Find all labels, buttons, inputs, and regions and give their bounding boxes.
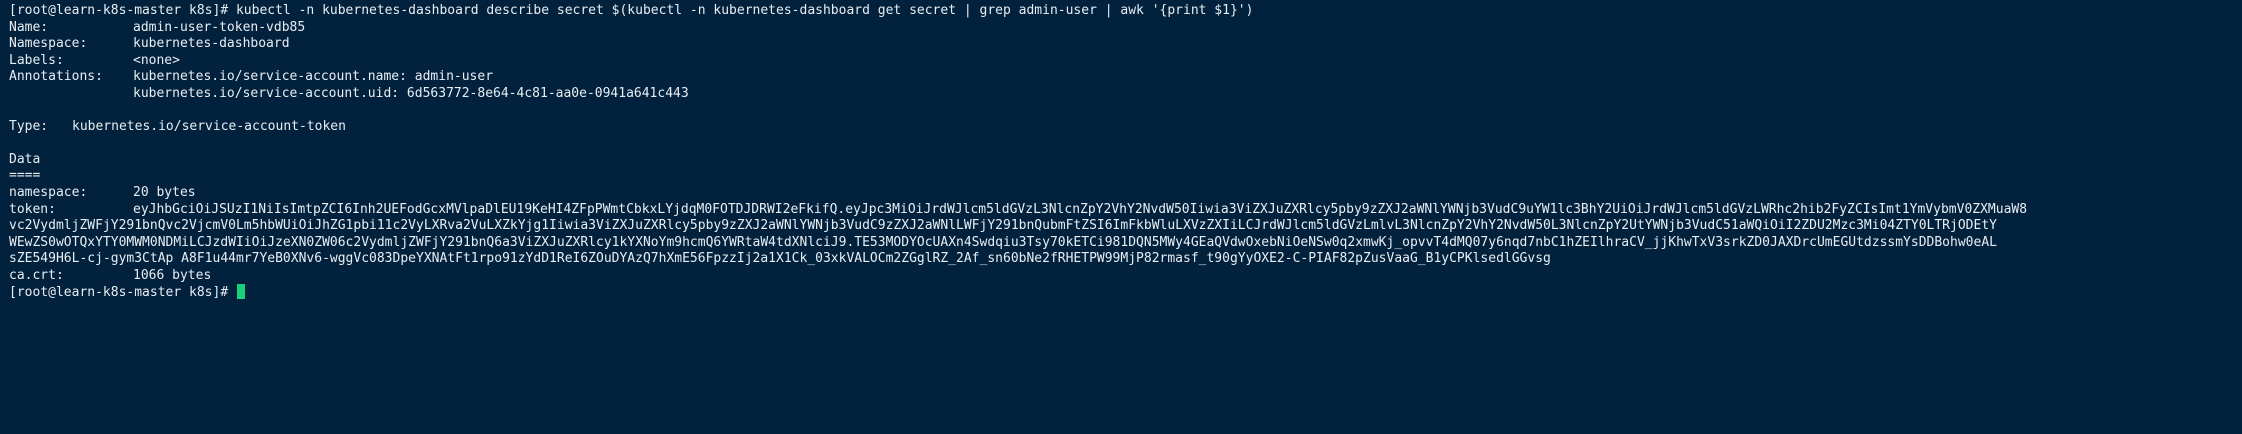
type-value: kubernetes.io/service-account-token (72, 118, 346, 134)
name-row: Name: admin-user-token-vdb85 (0, 20, 2242, 37)
namespace-row: Namespace: kubernetes-dashboard (0, 36, 2242, 53)
data-rule: ==== (9, 168, 41, 184)
ca-crt-value: 1066 bytes (133, 267, 212, 283)
type-key: Type: (9, 118, 49, 134)
token-row: token: eyJhbGciOiJSUzI1NiIsImtpZCI6Inh2UE… (0, 202, 2242, 219)
name-key: Name: (9, 19, 49, 35)
annotation-name: kubernetes.io/service-account.name: admi… (133, 69, 494, 85)
labels-value: <none> (133, 52, 180, 68)
command-line: [root@learn-k8s-master k8s]# kubectl -n … (9, 3, 1254, 18)
terminal-window[interactable]: [root@learn-k8s-master k8s]# kubectl -n … (0, 0, 2242, 434)
annotation-uid: kubernetes.io/service-account.uid: 6d563… (133, 85, 689, 101)
namespace-data-key: namespace: (9, 185, 88, 201)
token-key: token: (9, 201, 56, 217)
namespace-data-row: namespace: 20 bytes (0, 185, 2242, 202)
name-value: admin-user-token-vdb85 (133, 19, 306, 35)
shell-prompt: [root@learn-k8s-master k8s]# (9, 285, 236, 301)
ca-crt-row: ca.crt: 1066 bytes (0, 268, 2242, 285)
type-row: Type: kubernetes.io/service-account-token (0, 119, 2242, 136)
token-wrap-line: vc2VydmljZWFjY291bnQvc2VjcmV0Lm5hbWUiOiJ… (9, 218, 1997, 234)
annotations-key: Annotations: (9, 69, 103, 85)
labels-key: Labels: (9, 52, 64, 68)
terminal-cursor (236, 284, 245, 300)
token-wrap-line: WEwZS0wOTQxYTY0MWM0NDMiLCJzdWIiOiJzeXN0Z… (9, 234, 1997, 250)
ca-crt-key: ca.crt: (9, 267, 64, 283)
data-heading: Data (9, 151, 41, 167)
namespace-value: kubernetes-dashboard (133, 36, 290, 52)
prompt-line[interactable]: [root@learn-k8s-master k8s]# (0, 284, 2242, 301)
annotations-row: Annotations: kubernetes.io/service-accoun… (0, 69, 2242, 86)
token-wrap-line: sZE549H6L-cj-gym3CtAp A8F1u44mr7YeB0XNv6… (9, 251, 1551, 267)
token-value-line-1: eyJhbGciOiJSUzI1NiIsImtpZCI6Inh2UEFodGcx… (133, 201, 2028, 217)
labels-row: Labels: <none> (0, 53, 2242, 70)
annotations-row-2: kubernetes.io/service-account.uid: 6d563… (0, 86, 2242, 103)
namespace-data-value: 20 bytes (133, 185, 196, 201)
namespace-key: Namespace: (9, 36, 88, 52)
